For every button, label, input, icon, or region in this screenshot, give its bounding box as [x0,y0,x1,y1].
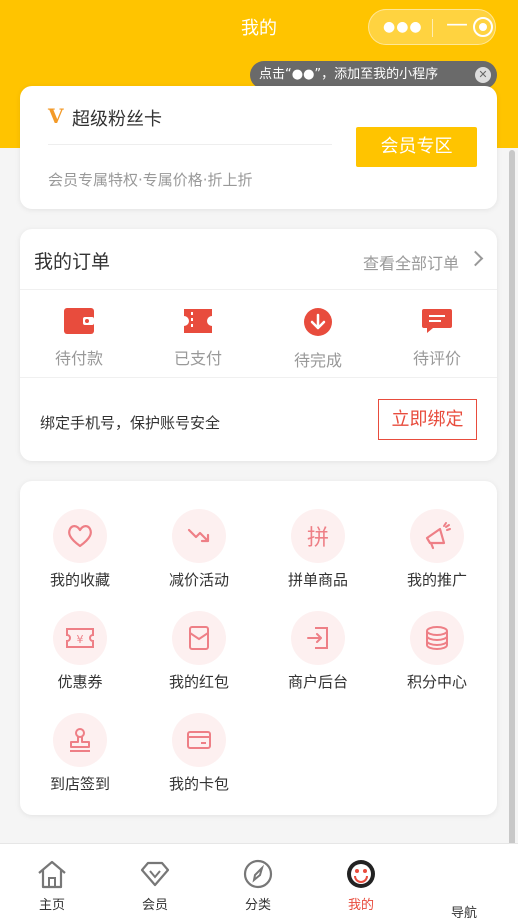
tab-label: 会员 [141,898,168,913]
grid-item-coupons[interactable]: ¥ 优惠券 [25,611,135,692]
grid-label: 我的卡包 [168,775,229,793]
order-label: 已支付 [173,349,222,368]
order-label: 待评价 [412,349,461,368]
ticket-icon [184,309,212,333]
home-icon [38,860,66,889]
tip-close-icon[interactable]: ✕ [475,67,491,83]
vip-zone-button[interactable]: 会员专区 [356,127,477,167]
order-to-review[interactable]: 待评价 [387,307,487,369]
target-icon[interactable] [473,17,493,37]
compass-icon [243,859,273,889]
tip-text: 点击“●●”，添加至我的小程序 [259,67,439,82]
grid-item-card-wallet[interactable]: 我的卡包 [144,713,254,794]
super-fan-card: V 超级粉丝卡 会员专属特权·专属价格·折上折 会员专区 [20,86,497,209]
grid-item-points-center[interactable]: 积分中心 [382,611,492,692]
card-icon [187,731,211,749]
wallet-icon [64,308,94,334]
services-card: 我的收藏 减价活动 拼 拼单商品 我的推广 ¥ 优惠券 我的红包 商户后台 积分… [20,481,497,815]
more-dots-icon[interactable]: ●●● [383,19,423,35]
grid-label: 到店签到 [49,775,110,793]
grid-item-store-checkin[interactable]: 到店签到 [25,713,135,794]
pin-icon: 拼 [306,526,329,551]
tab-member[interactable]: 会员 [120,858,190,913]
red-envelope-icon [189,626,209,650]
grid-item-promotion[interactable]: 我的推广 [382,509,492,590]
login-icon [307,627,328,649]
order-paid[interactable]: 已支付 [148,307,248,369]
orders-card: 我的订单 查看全部订单 待付款 已支付 待完成 待评价 绑定手机号，保护账号安全… [20,229,497,461]
bind-phone-text: 绑定手机号，保护账号安全 [40,414,221,432]
grid-label: 优惠券 [57,673,103,691]
mini-program-capsule[interactable]: ●●● — [368,9,496,45]
view-all-orders-link[interactable]: 查看全部订单 [363,250,459,274]
vip-v-icon: V [48,104,64,128]
grid-label: 商户后台 [287,673,348,691]
tab-label: 主页 [38,898,65,913]
order-pending-payment[interactable]: 待付款 [29,307,129,369]
heart-icon [68,525,92,548]
arrow-down-circle-icon [304,308,332,336]
coins-icon [426,626,448,650]
chevron-right-icon[interactable] [467,250,484,267]
grid-label: 我的红包 [168,673,229,691]
tab-label: 分类 [244,898,271,913]
svg-text:¥: ¥ [77,633,84,646]
grid-item-favorites[interactable]: 我的收藏 [25,509,135,590]
capsule-divider [432,19,433,37]
order-label: 待付款 [54,349,103,368]
stamp-icon [70,728,90,752]
tab-home[interactable]: 主页 [17,858,87,913]
comment-icon [422,309,452,333]
grid-label: 我的收藏 [49,571,110,589]
tab-label: 导航 [450,906,477,920]
divider [20,289,497,290]
order-to-complete[interactable]: 待完成 [268,307,368,371]
fan-card-title: 超级粉丝卡 [72,109,162,130]
order-label: 待完成 [293,351,342,370]
divider [20,377,497,378]
grid-label: 我的推广 [406,571,467,589]
tab-category[interactable]: 分类 [223,858,293,913]
tab-mine[interactable]: 我的 [326,858,396,913]
divider [48,144,332,145]
orders-title: 我的订单 [34,251,111,273]
tab-navigation[interactable]: 导航 [429,898,499,920]
grid-item-red-envelope[interactable]: 我的红包 [144,611,254,692]
smiley-icon [347,860,375,888]
scrollbar[interactable] [509,150,515,878]
grid-item-price-cut[interactable]: 减价活动 [144,509,254,590]
bottom-tab-bar: 主页 会员 分类 我的 导航 [0,843,518,920]
bind-now-button[interactable]: 立即绑定 [378,399,477,440]
trend-down-icon [187,528,210,543]
fan-card-desc: 会员专属特权·专属价格·折上折 [48,171,253,189]
grid-label: 积分中心 [406,673,467,691]
grid-item-group-buy[interactable]: 拼 拼单商品 [263,509,373,590]
tab-label: 我的 [347,898,374,913]
grid-item-merchant-backend[interactable]: 商户后台 [263,611,373,692]
megaphone-icon [425,522,451,550]
grid-label: 减价活动 [168,571,229,589]
grid-label: 拼单商品 [287,571,348,589]
coupon-icon: ¥ [66,628,94,648]
diamond-icon [140,861,170,887]
minus-icon[interactable]: — [446,12,468,37]
add-mini-program-tip: 点击“●●”，添加至我的小程序 ✕ [250,61,497,89]
